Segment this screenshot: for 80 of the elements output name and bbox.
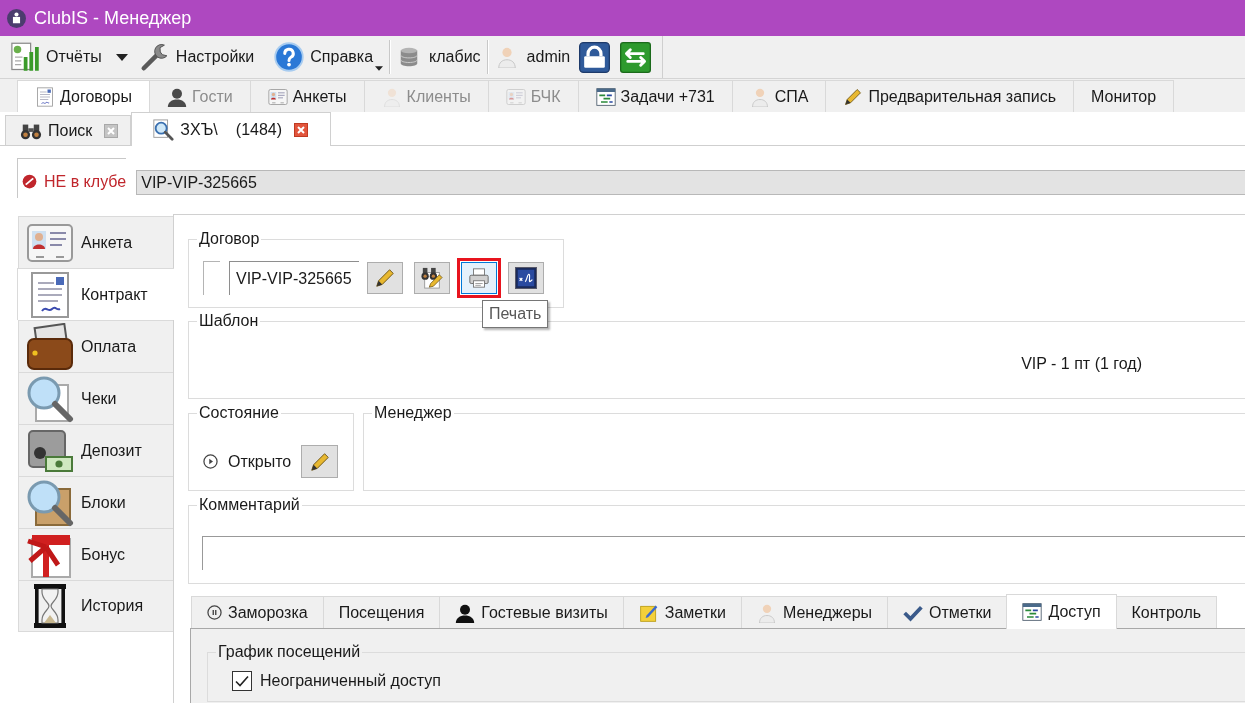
tab[interactable]: Доступ [1006,594,1117,629]
tab[interactable]: Гостевые визиты [439,596,624,628]
template-value: VIP - 1 пт (1 год) [1021,355,1142,373]
comment-field[interactable] [202,536,1245,570]
caret-icon [375,66,384,71]
magnifier-icon [26,374,74,423]
play-icon [203,454,218,469]
tab[interactable]: ЗХЪ\ (1484) [131,112,332,146]
sidebar-item[interactable]: Чеки [18,372,173,424]
bar-chart-icon [10,42,40,72]
pencil-icon [308,450,331,473]
signature-icon [515,267,537,289]
binoculars-pencil-icon [421,267,443,289]
toolbar-button[interactable]: admin [491,38,575,76]
group-title: Состояние [198,404,280,422]
toolbar-button[interactable]: Отчёты [6,38,106,76]
person-silhouette-icon [166,86,187,107]
person-icon [756,602,777,623]
help-icon [274,42,305,72]
close-icon[interactable] [294,122,309,137]
tab[interactable]: Поиск [5,115,132,145]
sidebar-item[interactable]: Контракт [17,268,174,320]
sidebar-item[interactable]: Блоки [18,476,173,528]
tab[interactable]: Монитор [1073,80,1175,112]
sidebar-item[interactable]: Бонус [18,528,173,580]
tab[interactable]: Посещения [322,596,441,628]
person-icon [381,86,402,107]
checkbox[interactable] [232,671,252,691]
tab[interactable]: Договоры [17,80,150,112]
app-icon [7,8,26,28]
magnifier-icon [152,118,175,141]
toolbar-button[interactable]: клабис [394,38,485,76]
id-card-icon [267,86,288,107]
id-card-icon [505,86,526,107]
padlock-icon [579,41,611,73]
contract-number-field[interactable]: VIP-VIP-325665 [229,261,359,295]
printer-icon [468,267,490,289]
box-magnifier-icon [26,478,74,527]
toolbar-button[interactable]: Настройки [135,38,259,76]
tab[interactable]: Отметки [887,596,1008,628]
wrench-icon [139,42,170,72]
sidebar-item[interactable]: Оплата [18,320,173,372]
signature-button[interactable] [508,262,544,294]
group-title: График посещений [217,643,362,661]
no-entry-icon [22,174,37,189]
status-label: НЕ в клубе [44,172,127,191]
toolbar-button[interactable]: Справка [270,38,388,76]
user-icon [495,46,518,68]
document-icon [35,86,55,107]
gantt-chart-icon [1022,602,1043,622]
sidebar-item[interactable]: Анкета [18,216,173,268]
group-title: Договор [198,230,261,248]
sidebar-item[interactable]: Депозит [18,424,173,476]
group-title: Комментарий [198,496,301,514]
tooltip: Печать [482,300,549,328]
window-title: ClubIS - Менеджер [34,7,192,29]
tab[interactable]: Заморозка [191,596,324,628]
search-button[interactable] [414,262,450,294]
edit-button[interactable] [367,262,403,294]
indicator-box [203,261,220,295]
group-title: Менеджер [373,404,453,422]
caret-icon [115,53,128,61]
database-icon [398,46,421,68]
tab[interactable]: Менеджеры [740,596,889,628]
card-number-field[interactable]: VIP-VIP-325665 [136,170,1245,195]
gantt-chart-icon [595,86,616,107]
tab[interactable]: Контроль [1115,596,1218,628]
pencil-icon [843,86,864,107]
group-title: Шаблон [198,312,260,330]
exchange-arrows-icon [620,41,652,73]
pause-icon [207,605,222,620]
sidebar-item[interactable]: История [18,580,173,632]
pencil-icon [374,267,396,289]
tab[interactable]: Заметки [622,596,742,628]
wallet-icon [26,322,74,371]
checkbox-label: Неограниченный доступ [260,672,441,690]
state-value: Открыто [228,452,292,471]
edit-button[interactable] [301,445,339,478]
person-silhouette-icon [455,602,476,623]
person-icon [749,86,770,107]
